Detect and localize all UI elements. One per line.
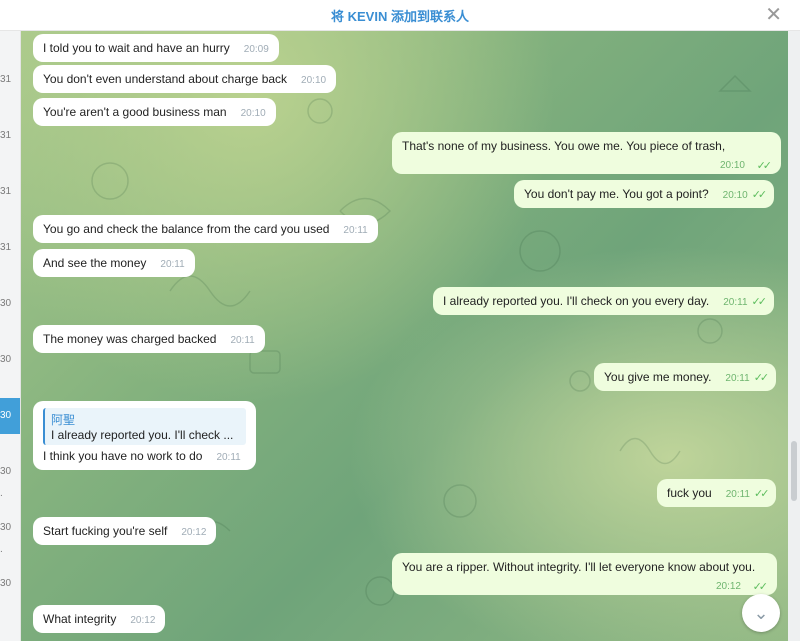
message-time: 20:10 — [719, 160, 745, 171]
incoming-message[interactable]: You don't even understand about charge b… — [33, 65, 337, 93]
message-text: You give me money. — [604, 370, 712, 384]
message-text: And see the money — [43, 256, 147, 270]
message-text: That's none of my business. You owe me. … — [402, 139, 726, 153]
message-time: 20:11 — [725, 373, 750, 384]
incoming-message[interactable]: You're aren't a good business man 20:10 — [33, 98, 276, 126]
chat-area[interactable]: I told you to wait and have an hurry 20:0… — [20, 31, 788, 641]
reply-quote[interactable]: 阿聖 I already reported you. I'll check ..… — [43, 408, 246, 445]
message-time: 20:10 — [240, 108, 266, 119]
chat-list-date[interactable]: 30 — [0, 354, 20, 365]
reply-author: 阿聖 — [51, 413, 76, 427]
chat-header: 将 KEVIN 添加到联系人 ✕ — [0, 0, 800, 31]
chat-list-date[interactable]: 30 — [0, 466, 20, 477]
double-check-icon: ✓✓ — [751, 189, 768, 201]
chat-list-strip: 31 31 31 31 31 30 30 30 30 . 30 . 30 — [0, 0, 21, 641]
incoming-message[interactable]: The money was charged backed 20:11 — [33, 325, 265, 353]
message-text: You go and check the balance from the ca… — [43, 222, 330, 236]
message-text: You don't even understand about charge b… — [43, 72, 288, 86]
incoming-message[interactable]: Start fucking you're self 20:12 — [33, 517, 217, 545]
message-time: 20:12 — [130, 615, 156, 626]
incoming-reply-message[interactable]: 阿聖 I already reported you. I'll check ..… — [33, 401, 256, 470]
chat-list-date[interactable]: 31 — [0, 186, 20, 197]
incoming-message[interactable]: You go and check the balance from the ca… — [33, 215, 378, 243]
message-time: 20:11 — [160, 259, 185, 270]
message-time: 20:11 — [230, 335, 255, 346]
message-time: 20:12 — [181, 527, 207, 538]
message-time: 20:10 — [722, 190, 748, 201]
chat-list-date[interactable]: 31 — [0, 130, 20, 141]
message-text: The money was charged backed — [43, 332, 217, 346]
incoming-message[interactable]: I told you to wait and have an hurry 20:0… — [33, 34, 279, 62]
outgoing-message[interactable]: That's none of my business. You owe me. … — [392, 132, 781, 174]
outgoing-message[interactable]: I already reported you. I'll check on yo… — [433, 287, 774, 315]
message-time: 20:12 — [715, 581, 741, 592]
message-text: Start fucking you're self — [43, 524, 168, 538]
double-check-icon: ✓✓ — [751, 296, 768, 308]
message-text: You don't pay me. You got a point? — [524, 187, 709, 201]
outgoing-message[interactable]: You don't pay me. You got a point? 20:10 ✓… — [514, 180, 775, 208]
chat-list-dot: . — [0, 544, 3, 555]
chevron-down-icon[interactable]: ⌄ — [742, 594, 780, 632]
outgoing-message[interactable]: You are a ripper. Without integrity. I'l… — [392, 553, 777, 595]
outgoing-message[interactable]: You give me money. 20:11 ✓✓ — [594, 363, 777, 391]
add-contact-title[interactable]: 将 KEVIN 添加到联系人 — [0, 6, 800, 25]
message-time: 20:10 — [301, 75, 327, 86]
message-time: 20:09 — [243, 44, 269, 55]
message-text: I already reported you. I'll check on yo… — [443, 294, 710, 308]
double-check-icon: ✓✓ — [752, 581, 769, 593]
chat-list-date[interactable]: 30 — [0, 578, 20, 589]
message-text: You are a ripper. Without integrity. I'l… — [402, 560, 756, 574]
chat-list-date-selected[interactable]: 30 — [0, 398, 20, 434]
scrollbar-thumb[interactable] — [791, 441, 797, 501]
chat-list-date[interactable]: 30 — [0, 298, 20, 309]
message-time: 20:11 — [723, 297, 748, 308]
outgoing-message[interactable]: fuck you 20:11 ✓✓ — [657, 479, 777, 507]
double-check-icon: ✓✓ — [756, 160, 773, 172]
scrollbar[interactable] — [788, 31, 800, 641]
message-text: What integrity — [43, 612, 117, 626]
chat-list-date[interactable]: 31 — [0, 242, 20, 253]
incoming-message[interactable]: And see the money 20:11 — [33, 249, 195, 277]
double-check-icon: ✓✓ — [753, 372, 770, 384]
message-time: 20:11 — [216, 452, 241, 463]
incoming-message[interactable]: What integrity 20:12 — [33, 605, 166, 633]
message-time: 20:11 — [343, 225, 368, 236]
message-text: I think you have no work to do — [43, 449, 203, 463]
chat-list-dot: . — [0, 488, 3, 499]
close-icon[interactable]: ✕ — [765, 2, 782, 27]
reply-text: I already reported you. I'll check ... — [51, 428, 234, 442]
message-time: 20:11 — [725, 489, 750, 500]
chat-list-date[interactable]: 31 — [0, 74, 20, 85]
double-check-icon: ✓✓ — [754, 488, 770, 500]
message-text: You're aren't a good business man — [43, 105, 227, 119]
message-text: I told you to wait and have an hurry — [43, 41, 230, 55]
message-text: fuck you — [667, 486, 712, 500]
chat-list-date[interactable]: 30 — [0, 522, 20, 533]
